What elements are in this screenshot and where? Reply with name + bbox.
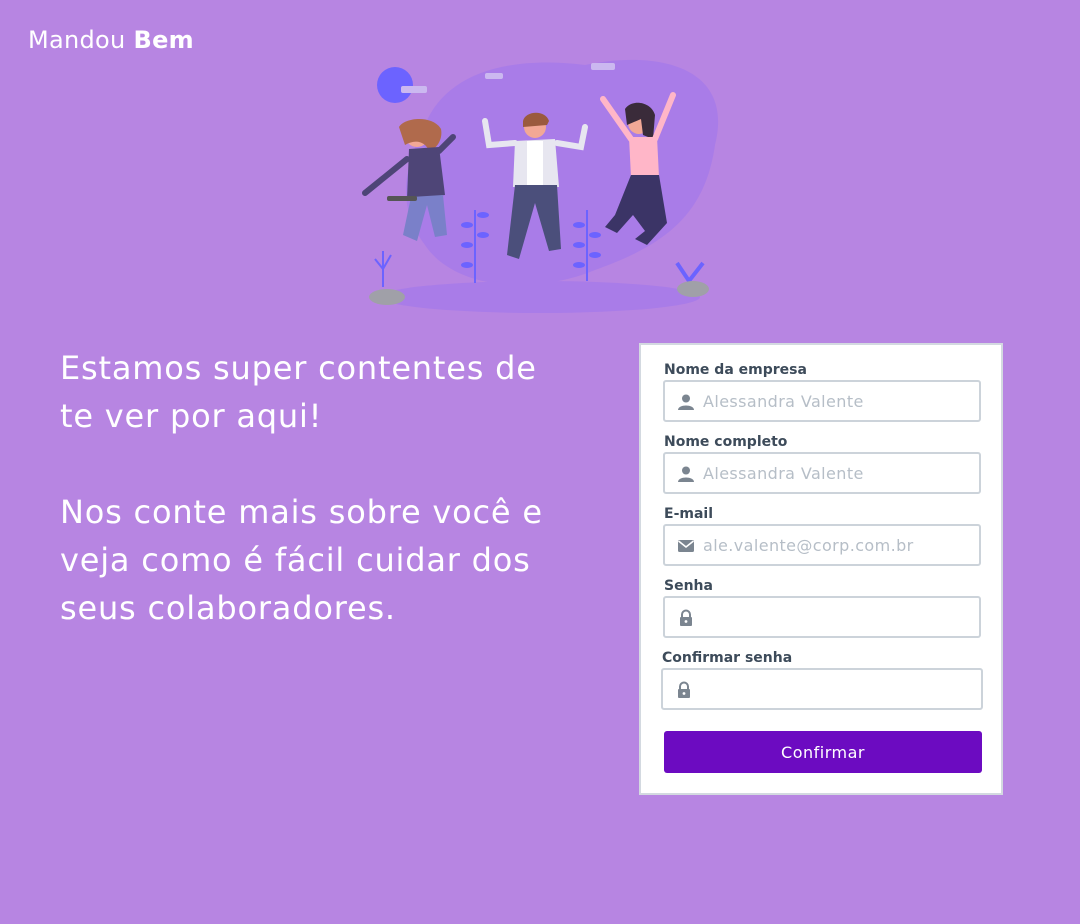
confirm-password-field[interactable] <box>661 668 983 710</box>
email-input[interactable] <box>703 526 973 564</box>
full-name-field[interactable] <box>663 452 981 494</box>
people-celebrating-illustration <box>362 59 719 313</box>
company-name-label: Nome da empresa <box>664 362 807 378</box>
signup-form: Nome da empresa Nome completo E-mail Sen… <box>639 343 1003 795</box>
lock-icon <box>678 681 690 698</box>
email-field[interactable] <box>663 524 981 566</box>
welcome-heading: Estamos super contentes de te ver por aq… <box>60 349 537 435</box>
confirm-button[interactable]: Confirmar <box>664 731 982 773</box>
password-field[interactable] <box>663 596 981 638</box>
welcome-body: Nos conte mais sobre você e veja como é … <box>60 493 543 627</box>
welcome-message: Estamos super contentes de te ver por aq… <box>60 344 560 632</box>
user-icon <box>678 394 694 410</box>
full-name-input[interactable] <box>703 454 973 492</box>
password-label: Senha <box>664 578 713 594</box>
password-input[interactable] <box>703 598 973 636</box>
user-icon <box>678 466 694 482</box>
email-label: E-mail <box>664 506 714 522</box>
mail-icon <box>678 540 694 552</box>
brand-logo: Mandou Bem <box>28 26 194 54</box>
confirm-password-label: Confirmar senha <box>662 650 793 666</box>
brand-name-bold: Bem <box>133 26 194 54</box>
full-name-label: Nome completo <box>664 434 788 450</box>
brand-name-regular: Mandou <box>28 26 126 54</box>
lock-icon <box>680 609 692 626</box>
company-name-input[interactable] <box>703 382 973 420</box>
company-name-field[interactable] <box>663 380 981 422</box>
confirm-password-input[interactable] <box>701 670 975 708</box>
